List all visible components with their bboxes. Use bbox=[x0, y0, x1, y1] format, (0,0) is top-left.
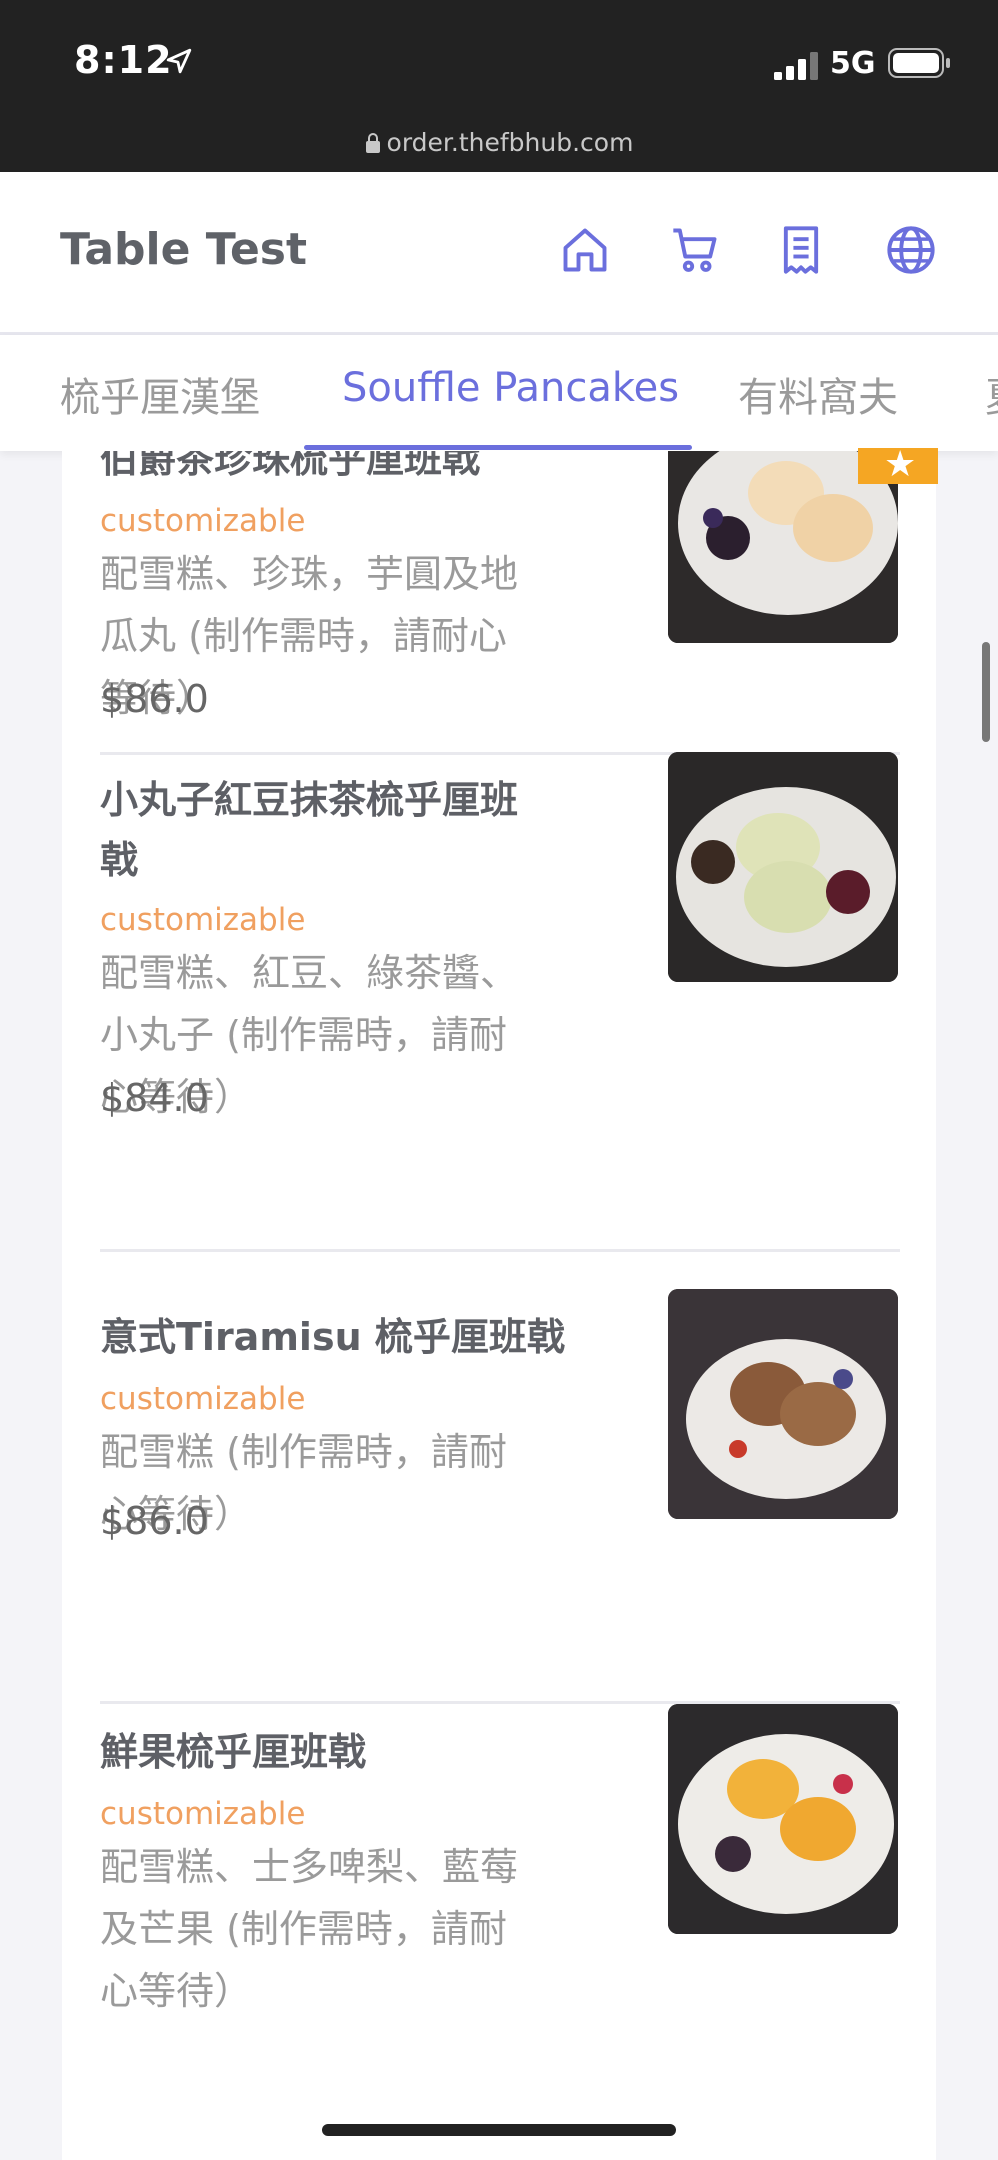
url-text: order.thefbhub.com bbox=[386, 128, 634, 157]
item-photo bbox=[668, 1289, 898, 1519]
battery-icon bbox=[888, 48, 950, 78]
customizable-tag: customizable bbox=[100, 1381, 306, 1417]
tab-souffle-pancakes[interactable]: Souffle Pancakes bbox=[342, 365, 679, 411]
signal-icon bbox=[774, 52, 818, 80]
app-header: Table Test bbox=[0, 172, 998, 335]
divider bbox=[100, 1249, 900, 1252]
item-photo bbox=[668, 752, 898, 982]
scrollbar[interactable] bbox=[982, 642, 990, 742]
page-title: Table Test bbox=[60, 224, 308, 275]
item-price: $86.0 bbox=[100, 1499, 209, 1543]
tab-next[interactable]: 夏 bbox=[985, 365, 998, 423]
item-name: 意式Tiramisu 梳乎厘班戟 bbox=[100, 1315, 565, 1359]
clock: 8:12 bbox=[74, 38, 173, 82]
customizable-tag: customizable bbox=[100, 503, 306, 539]
network-type: 5G bbox=[830, 46, 876, 81]
category-tabs: 梳乎厘漢堡 Souffle Pancakes 有料窩夫 夏 bbox=[0, 335, 998, 451]
tab-waffles[interactable]: 有料窩夫 bbox=[738, 365, 898, 423]
orders-button[interactable] bbox=[775, 224, 827, 276]
item-photo bbox=[668, 1704, 898, 1934]
cart-button[interactable] bbox=[669, 224, 721, 276]
item-price: $86.0 bbox=[100, 677, 209, 721]
address-bar[interactable]: order.thefbhub.com bbox=[0, 128, 998, 157]
item-name: 伯爵茶珍珠梳乎厘班戟 bbox=[100, 451, 481, 481]
home-indicator[interactable] bbox=[322, 2124, 676, 2136]
star-icon: ★ bbox=[884, 444, 917, 485]
language-button[interactable] bbox=[885, 224, 937, 276]
item-description: 配雪糕、士多啤梨、藍莓 及芒果 (制作需時，請耐 心等待） bbox=[100, 1845, 519, 2013]
item-name: 小丸子紅豆抹茶梳乎厘班戟 bbox=[100, 778, 519, 882]
tab-souffle-burger[interactable]: 梳乎厘漢堡 bbox=[60, 365, 260, 423]
globe-icon bbox=[887, 226, 935, 274]
customizable-tag: customizable bbox=[100, 1796, 306, 1832]
item-name: 鮮果梳乎厘班戟 bbox=[100, 1730, 367, 1774]
customizable-tag: customizable bbox=[100, 902, 306, 938]
cart-icon bbox=[673, 228, 717, 272]
home-button[interactable] bbox=[559, 224, 611, 276]
home-icon bbox=[563, 228, 607, 272]
menu-list: 伯爵茶珍珠梳乎厘班戟 customizable 配雪糕、珍珠，芋圓及地 瓜丸 (制… bbox=[62, 451, 936, 2160]
lock-icon bbox=[365, 133, 380, 153]
status-bar: 8:12 5G order.thefbhub.com bbox=[0, 0, 998, 172]
active-tab-indicator bbox=[304, 445, 692, 450]
receipt-icon bbox=[783, 226, 819, 274]
location-arrow-icon bbox=[166, 48, 192, 74]
item-price: $84.0 bbox=[100, 1076, 209, 1120]
